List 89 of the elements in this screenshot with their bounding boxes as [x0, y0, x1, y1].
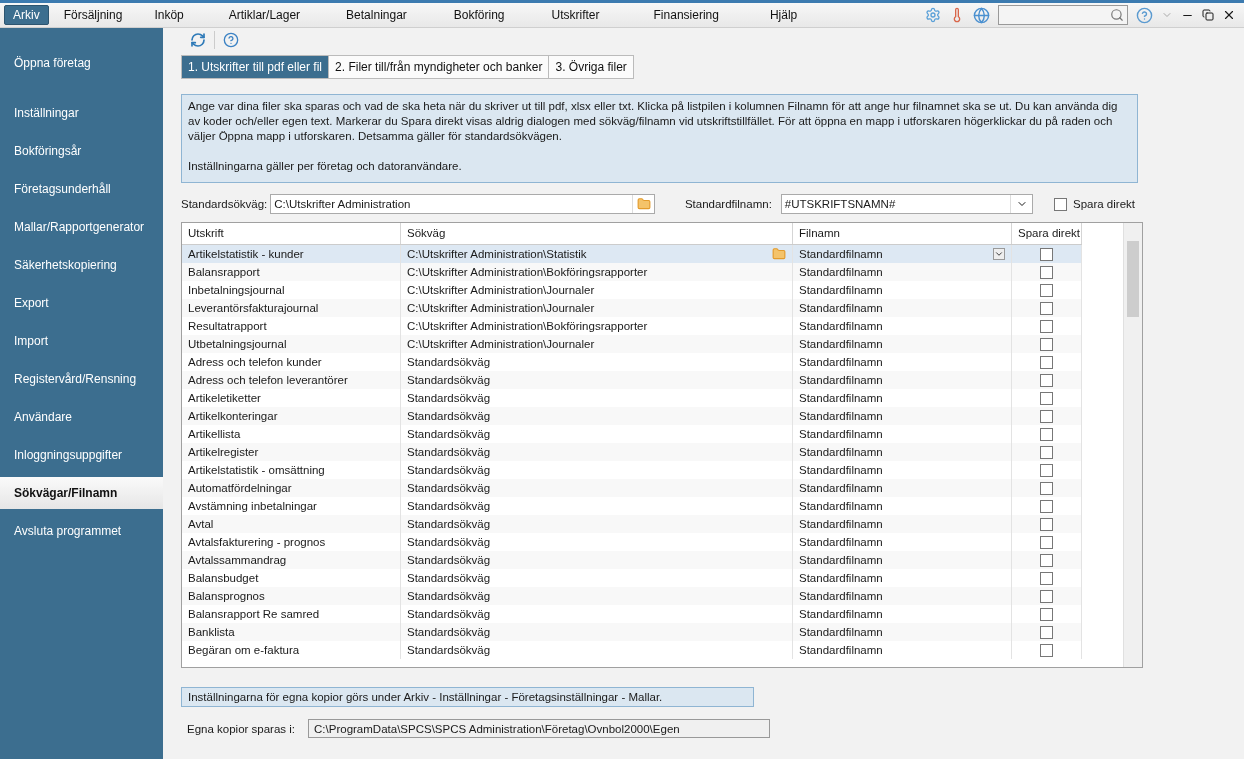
- menu-item[interactable]: Inköp: [145, 5, 193, 25]
- settings-icon[interactable]: [925, 7, 941, 23]
- field-label: Standardsökväg:: [181, 198, 268, 210]
- sidebar-item[interactable]: Avsluta programmet: [0, 512, 163, 550]
- table-cell: Begäran om e-faktura: [182, 641, 401, 659]
- sidebar-item[interactable]: Bokföringsår: [0, 132, 163, 170]
- checkbox[interactable]: [1040, 499, 1053, 513]
- checkbox[interactable]: [1040, 391, 1053, 405]
- table-row[interactable]: Artikelkonteringar Standardsökväg Standardfilnamn: [182, 407, 1082, 425]
- menu-item[interactable]: Betalningar: [337, 5, 416, 25]
- menu-item[interactable]: Hjälp: [760, 5, 807, 25]
- checkbox[interactable]: [1040, 373, 1053, 387]
- table-row[interactable]: Artikelstatistik - kunder C:\Utskrifter Administration\Statistik Standardfilnamn: [182, 245, 1082, 263]
- info-text: Inställningarna gäller per företag och datoranvändare.: [188, 159, 463, 174]
- copies-path-field: C:\ProgramData\SPCS\SPCS Administration\Företag\Ovnbol2000\Egen: [308, 719, 771, 738]
- scrollbar[interactable]: [1123, 223, 1142, 667]
- table-row[interactable]: Artikelregister Standardsökväg Standardfilnamn: [182, 443, 1082, 461]
- table-row[interactable]: Adress och telefon leverantörer Standardsökväg Standardfilnamn: [182, 371, 1082, 389]
- refresh-icon[interactable]: [190, 32, 206, 48]
- sidebar-item[interactable]: Säkerhetskopiering: [0, 246, 163, 284]
- checkbox[interactable]: [1040, 319, 1053, 333]
- checkbox[interactable]: [1040, 553, 1053, 567]
- column-header[interactable]: Sökväg: [401, 223, 793, 244]
- checkbox[interactable]: [1040, 607, 1053, 621]
- table-row[interactable]: Banklista Standardsökväg Standardfilnamn: [182, 623, 1082, 641]
- checkbox[interactable]: [1040, 445, 1053, 459]
- caret-icon[interactable]: [993, 248, 1005, 260]
- column-header[interactable]: Utskrift: [182, 223, 401, 244]
- checkbox[interactable]: [1040, 301, 1053, 315]
- tab[interactable]: 2. Filer till/från myndigheter och banker: [328, 55, 550, 79]
- column-header[interactable]: Filnamn: [793, 223, 1012, 244]
- help-icon[interactable]: [223, 32, 239, 48]
- globe-icon[interactable]: [973, 6, 990, 24]
- checkbox[interactable]: [1040, 355, 1053, 369]
- checkbox[interactable]: [1040, 283, 1053, 297]
- sidebar-item[interactable]: Registervård/Rensning: [0, 360, 163, 398]
- table-cell: Standardfilnamn: [793, 641, 1012, 659]
- restore-icon[interactable]: [1202, 9, 1214, 21]
- checkbox[interactable]: [1054, 197, 1068, 211]
- sidebar-item[interactable]: Mallar/Rapportgenerator: [0, 208, 163, 246]
- close-icon[interactable]: [1222, 8, 1236, 22]
- sidebar-item[interactable]: Inställningar: [0, 94, 163, 132]
- sidebar-item[interactable]: Öppna företag: [0, 35, 163, 91]
- checkbox[interactable]: [1040, 337, 1053, 351]
- tab[interactable]: 1. Utskrifter till pdf eller fil: [181, 55, 330, 79]
- checkbox[interactable]: [1040, 517, 1053, 531]
- table-cell: Standardsökväg: [401, 641, 793, 659]
- table-row[interactable]: Avtal Standardsökväg Standardfilnamn: [182, 515, 1082, 533]
- checkbox[interactable]: [1040, 589, 1053, 603]
- sidebar-item[interactable]: Sökvägar/Filnamn: [0, 477, 163, 509]
- checkbox[interactable]: [1040, 463, 1053, 477]
- path-field[interactable]: C:\Utskrifter Administration: [270, 194, 656, 214]
- sidebar-item[interactable]: Användare: [0, 398, 163, 436]
- checkbox[interactable]: [1040, 535, 1053, 549]
- table-row[interactable]: Automatfördelningar Standardsökväg Standardfilnamn: [182, 479, 1082, 497]
- search-icon[interactable]: [1110, 8, 1124, 22]
- sidebar-item[interactable]: Export: [0, 284, 163, 322]
- column-header[interactable]: Spara direkt: [1012, 223, 1082, 244]
- checkbox[interactable]: [1040, 409, 1053, 423]
- checkbox[interactable]: [1040, 427, 1053, 441]
- sidebar-item[interactable]: Inloggningsuppgifter: [0, 436, 163, 474]
- field-label: Standardfilnamn:: [684, 198, 772, 210]
- search-field[interactable]: [998, 5, 1128, 25]
- note-text: Inställningarna för egna kopior görs under Arkiv - Inställningar - Företagsinställningar - Mallar.: [181, 687, 754, 707]
- checkbox[interactable]: [1040, 481, 1053, 495]
- menu-item[interactable]: Arkiv: [4, 5, 49, 25]
- checkbox[interactable]: [1040, 571, 1053, 585]
- menu-item[interactable]: Artiklar/Lager: [219, 5, 310, 25]
- field-label: Egna kopior sparas i:: [187, 722, 296, 735]
- sidebar-item[interactable]: Företagsunderhåll: [0, 170, 163, 208]
- menu-item[interactable]: Försäljning: [54, 5, 132, 25]
- table-row[interactable]: Leverantörsfakturajournal C:\Utskrifter Administration\Journaler Standardfilnamn: [182, 299, 1082, 317]
- tab[interactable]: 3. Övriga filer: [548, 55, 634, 79]
- menu-item[interactable]: Bokföring: [444, 5, 514, 25]
- menu-item[interactable]: Finansiering: [644, 5, 728, 25]
- table-row[interactable]: Balansrapport C:\Utskrifter Administration\Bokföringsrapporter Standardfilnamn: [182, 263, 1082, 281]
- checkbox-label: Spara direkt: [1073, 198, 1135, 210]
- help-icon[interactable]: [1136, 6, 1153, 24]
- table-row[interactable]: Balansprognos Standardsökväg Standardfilnamn: [182, 587, 1082, 605]
- table-row[interactable]: Avtalssammandrag Standardsökväg Standardfilnamn: [182, 551, 1082, 569]
- checkbox[interactable]: [1040, 625, 1053, 639]
- menu-item[interactable]: Utskrifter: [542, 5, 609, 25]
- checkbox[interactable]: [1040, 643, 1053, 657]
- sidebar-item[interactable]: Import: [0, 322, 163, 360]
- checkbox[interactable]: [1040, 265, 1053, 279]
- table-row[interactable]: Utbetalningsjournal C:\Utskrifter Administration\Journaler Standardfilnamn: [182, 335, 1082, 353]
- filename-dropdown[interactable]: #UTSKRIFTSNAMN#: [780, 194, 1034, 214]
- info-text: Ange var dina filer ska sparas och vad de ska heta när du skriver ut till pdf, xlsx eller txt. Klicka på listpilen i kolumnen Filnamn för att ange hur filnamnet ska se ut. Du kan använda dig av koder och/eller egen text. Markerar du Spara direkt visas aldrig dialogen med sökväg/filnamn vid utskriftstillfället. För att öppna en mapp i utforskaren högerklickar du på raden och väljer Öppna mapp i utforskaren. Detsamma gäller för standardsökvägen.: [188, 99, 1119, 144]
- checkbox[interactable]: [1040, 247, 1053, 261]
